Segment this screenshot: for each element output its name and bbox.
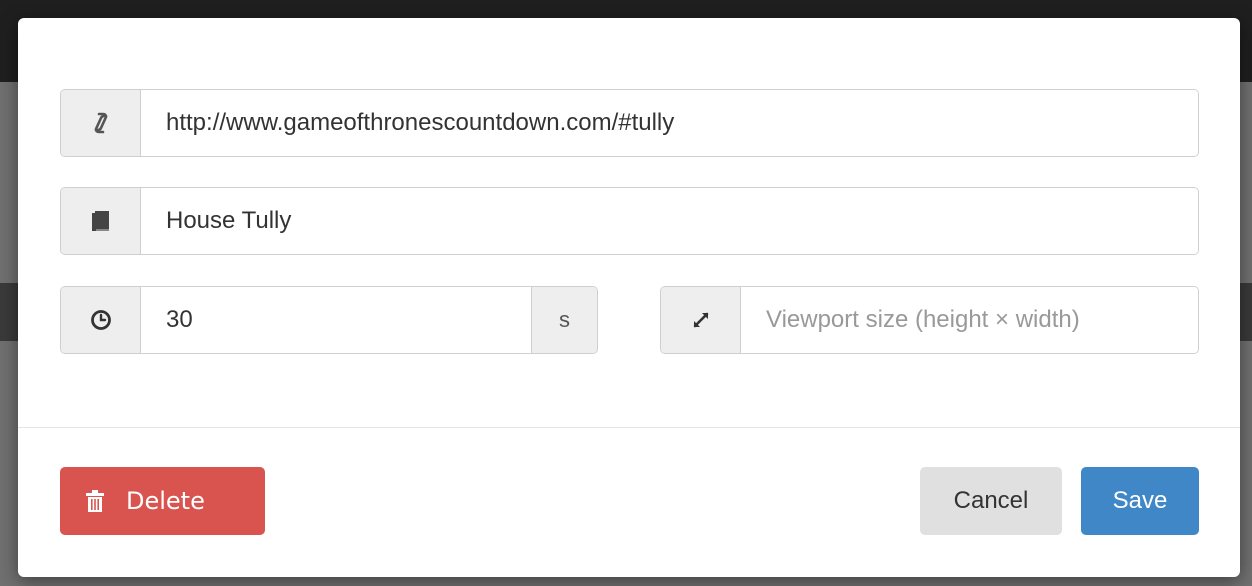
delete-button[interactable]: Delete — [60, 467, 265, 535]
clock-icon — [61, 287, 141, 353]
cancel-button[interactable]: Cancel — [920, 467, 1062, 535]
delete-button-label: Delete — [126, 487, 205, 515]
dialog-body: s — [18, 18, 1240, 427]
save-button[interactable]: Save — [1081, 467, 1199, 535]
edit-dialog: s Delete Canc — [18, 18, 1240, 577]
seconds-unit-label: s — [531, 287, 597, 353]
title-input[interactable] — [141, 188, 1198, 254]
viewport-input-group — [660, 286, 1199, 354]
trash-icon — [86, 490, 104, 512]
resize-icon — [661, 287, 741, 353]
footer-divider — [18, 427, 1240, 428]
book-icon — [61, 188, 141, 254]
title-input-group — [60, 187, 1199, 255]
url-input[interactable] — [141, 90, 1198, 156]
url-input-group — [60, 89, 1199, 157]
viewport-input[interactable] — [741, 287, 1198, 353]
link-icon — [61, 90, 141, 156]
duration-input[interactable] — [141, 287, 531, 353]
duration-input-group: s — [60, 286, 598, 354]
